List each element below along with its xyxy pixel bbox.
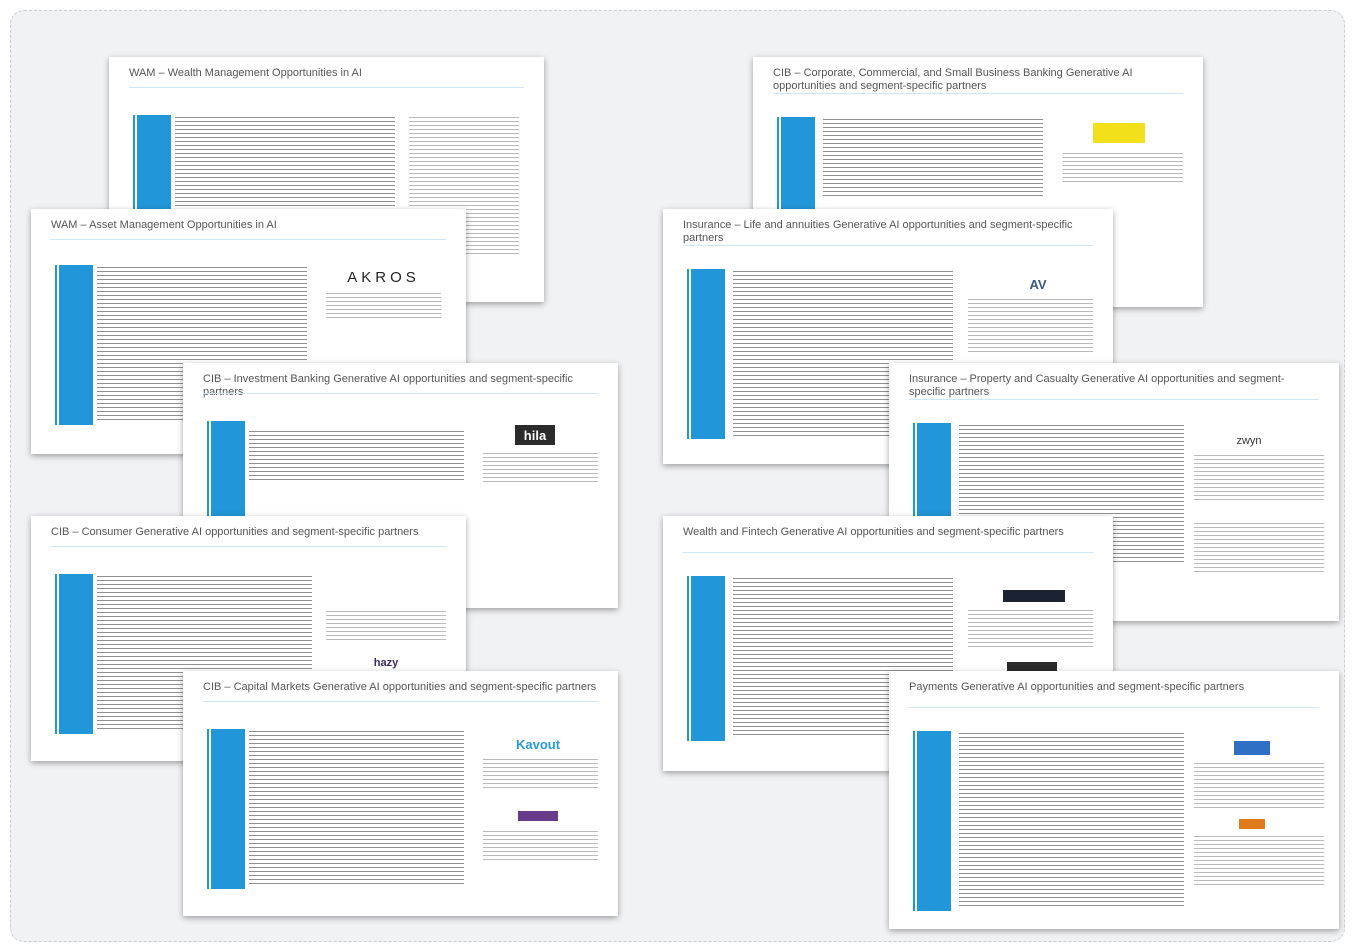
slide-title: WAM – Wealth Management Opportunities in… xyxy=(129,67,362,79)
partner-text xyxy=(968,299,1093,354)
partner-logo xyxy=(1234,741,1270,755)
divider xyxy=(683,552,1093,553)
slide-payments[interactable]: Payments Generative AI opportunities and… xyxy=(889,671,1339,929)
partner-text xyxy=(1063,153,1183,183)
slide-title: WAM – Asset Management Opportunities in … xyxy=(51,219,277,231)
partner-text xyxy=(1194,763,1324,808)
category-band xyxy=(59,574,93,734)
collage-canvas: WAM – Wealth Management Opportunities in… xyxy=(10,10,1345,942)
divider xyxy=(909,707,1319,708)
partner-logo: hazy xyxy=(373,657,399,669)
side-rail xyxy=(687,576,689,741)
partner-text xyxy=(1194,455,1324,500)
partner-logo: Kavout xyxy=(515,736,561,752)
side-rail xyxy=(55,574,57,734)
partner-text xyxy=(483,759,598,789)
partner-logo xyxy=(1093,123,1145,143)
partner-logo: hila xyxy=(515,425,555,445)
category-band xyxy=(691,269,725,439)
slide-title: Insurance – Property and Casualty Genera… xyxy=(909,373,1285,398)
divider xyxy=(129,87,524,88)
divider xyxy=(51,239,446,240)
divider xyxy=(51,546,446,547)
divider xyxy=(683,245,1093,246)
partner-logo xyxy=(518,811,558,821)
slide-title: CIB – Investment Banking Generative AI o… xyxy=(203,373,573,398)
partner-logo: AKROS xyxy=(347,268,420,286)
category-band xyxy=(211,729,245,889)
partner-text xyxy=(326,293,441,318)
category-band xyxy=(691,576,725,741)
partner-text xyxy=(326,611,446,641)
partner-text xyxy=(968,610,1093,650)
partner-logo: AV xyxy=(1029,276,1047,292)
side-rail xyxy=(55,265,57,425)
slide-title: CIB – Consumer Generative AI opportuniti… xyxy=(51,526,419,538)
partner-logo: zwyn xyxy=(1236,435,1262,447)
slide-title: Payments Generative AI opportunities and… xyxy=(909,681,1245,693)
divider xyxy=(203,393,598,394)
divider xyxy=(909,399,1319,400)
partner-text xyxy=(1194,523,1324,573)
partner-text xyxy=(483,831,598,861)
slide-title: Insurance – Life and annuities Generativ… xyxy=(683,219,1073,244)
divider xyxy=(203,701,598,702)
body-text xyxy=(823,119,1043,199)
partner-text xyxy=(483,453,598,483)
category-band xyxy=(917,731,951,911)
partner-logo xyxy=(1003,590,1065,602)
partner-logo xyxy=(1239,819,1265,829)
slide-cib-capital[interactable]: CIB – Capital Markets Generative AI oppo… xyxy=(183,671,618,916)
side-rail xyxy=(687,269,689,439)
side-rail xyxy=(207,729,209,889)
body-text xyxy=(959,733,1184,908)
body-text xyxy=(249,731,464,886)
side-rail xyxy=(913,731,915,911)
partner-text xyxy=(1194,836,1324,886)
divider xyxy=(773,93,1183,94)
slide-title: CIB – Capital Markets Generative AI oppo… xyxy=(203,681,597,693)
category-band xyxy=(59,265,93,425)
slide-title: CIB – Corporate, Commercial, and Small B… xyxy=(773,67,1133,92)
slide-title: Wealth and Fintech Generative AI opportu… xyxy=(683,526,1064,538)
body-text xyxy=(249,431,464,481)
